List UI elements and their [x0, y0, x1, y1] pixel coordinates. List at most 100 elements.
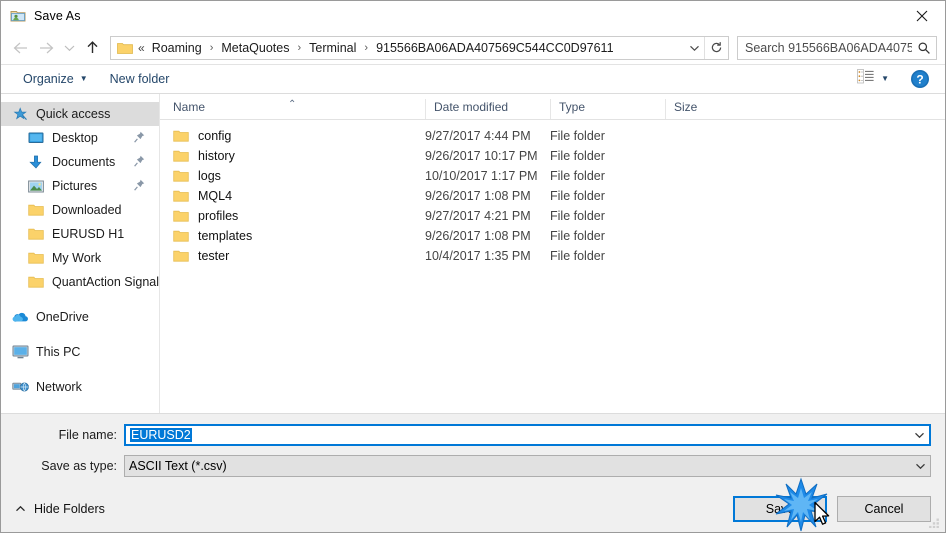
file-name-label: profiles — [198, 209, 239, 223]
view-list-icon — [857, 69, 874, 89]
table-row[interactable]: tester 10/4/2017 1:35 PM File folder — [160, 246, 945, 266]
breadcrumb-separator-icon[interactable]: › — [291, 42, 307, 54]
column-header-size[interactable]: Size — [665, 99, 745, 119]
sidebar-item-documents[interactable]: Documents — [1, 150, 159, 174]
refresh-icon[interactable] — [704, 36, 728, 59]
file-name-label: File name: — [58, 428, 117, 442]
folder-icon — [173, 209, 189, 223]
file-name-cell: profiles — [160, 209, 425, 223]
file-name-row: File name: EURUSD2 — [1, 424, 945, 446]
cancel-button[interactable]: Cancel — [837, 496, 931, 522]
chevron-down-icon[interactable] — [911, 462, 930, 470]
folder-icon — [173, 249, 189, 263]
resize-grip[interactable] — [928, 515, 941, 529]
pin-icon[interactable] — [134, 131, 145, 146]
column-header-name[interactable]: Name ⌃ — [160, 99, 425, 119]
sidebar-item-eurusd-h1[interactable]: EURUSD H1 — [1, 222, 159, 246]
sidebar-item-label: OneDrive — [36, 310, 89, 324]
sidebar-item-onedrive[interactable]: OneDrive — [1, 305, 159, 329]
pictures-icon — [27, 178, 45, 194]
folder-icon — [173, 149, 189, 163]
up-button[interactable] — [79, 35, 105, 61]
change-view-button[interactable]: ▼ — [851, 66, 895, 92]
file-date-cell: 9/27/2017 4:44 PM — [425, 129, 531, 143]
address-bar[interactable]: « Roaming › MetaQuotes › Terminal › 9155… — [110, 35, 729, 60]
breadcrumb-overflow-icon[interactable]: « — [138, 41, 150, 55]
file-name-cell: config — [160, 129, 425, 143]
column-header-label: Type — [559, 100, 586, 114]
search-icon — [912, 41, 936, 55]
file-name-value: EURUSD2 — [126, 428, 910, 442]
breadcrumb-separator-icon[interactable]: › — [358, 42, 374, 54]
sidebar-item-label: EURUSD H1 — [52, 227, 125, 241]
breadcrumb-item-guid[interactable]: 915566BA06ADA407569C544CC0D97611 — [374, 41, 615, 55]
table-row[interactable]: config 9/27/2017 4:44 PM File folder — [160, 126, 945, 146]
onedrive-cloud-icon — [11, 309, 29, 325]
column-header-date-modified[interactable]: Date modified — [425, 99, 550, 119]
documents-download-icon — [27, 154, 45, 170]
save-as-type-label: Save as type: — [41, 459, 117, 473]
navigation-pane: Quick access Desktop Documents Pictures … — [1, 94, 160, 413]
file-rows: config 9/27/2017 4:44 PM File folder his… — [160, 120, 945, 413]
new-folder-button[interactable]: New folder — [102, 69, 178, 89]
file-name-cell: logs — [160, 169, 425, 183]
table-row[interactable]: history 9/26/2017 10:17 PM File folder — [160, 146, 945, 166]
recent-locations-button[interactable] — [59, 35, 79, 61]
breadcrumb-item-terminal[interactable]: Terminal — [307, 41, 358, 55]
table-row[interactable]: MQL4 9/26/2017 1:08 PM File folder — [160, 186, 945, 206]
chevron-down-icon: ▼ — [881, 74, 889, 83]
back-button[interactable] — [7, 35, 33, 61]
file-name-label: templates — [198, 229, 253, 243]
organize-button[interactable]: Organize ▼ — [15, 69, 96, 89]
file-name-input[interactable]: EURUSD2 — [124, 424, 931, 446]
forward-button[interactable] — [33, 35, 59, 61]
sidebar-item-pictures[interactable]: Pictures — [1, 174, 159, 198]
search-input[interactable]: Search 915566BA06ADA40756... — [738, 41, 912, 55]
save-form: File name: EURUSD2 Save as type: ASCII T… — [1, 414, 945, 486]
chevron-down-icon[interactable] — [910, 431, 929, 439]
file-name-cell: templates — [160, 229, 425, 243]
breadcrumb-separator-icon[interactable]: › — [204, 42, 220, 54]
file-name-cell: history — [160, 149, 425, 163]
file-date-cell: 10/10/2017 1:17 PM — [425, 169, 538, 183]
pin-icon[interactable] — [134, 155, 145, 170]
sidebar-item-my-work[interactable]: My Work — [1, 246, 159, 270]
sidebar-item-network[interactable]: Network — [1, 375, 159, 399]
file-type-cell: File folder — [550, 229, 605, 243]
breadcrumb-item-roaming[interactable]: Roaming — [150, 41, 204, 55]
command-toolbar: Organize ▼ New folder ▼ ? — [1, 65, 945, 94]
sidebar-item-this-pc[interactable]: This PC — [1, 340, 159, 364]
sidebar-item-quantaction-signal[interactable]: QuantAction Signal — [1, 270, 159, 294]
navigation-bar: « Roaming › MetaQuotes › Terminal › 9155… — [1, 31, 945, 65]
new-folder-label: New folder — [109, 72, 170, 86]
file-name-cell: tester — [160, 249, 425, 263]
file-name-selected-text: EURUSD2 — [130, 428, 192, 442]
column-header-label: Size — [674, 100, 698, 114]
save-as-dialog: Save As « Roaming › MetaQuotes › Termina… — [0, 0, 946, 533]
pin-icon[interactable] — [134, 179, 145, 194]
sidebar-item-label: Network — [36, 380, 82, 394]
sidebar-item-downloaded[interactable]: Downloaded — [1, 198, 159, 222]
help-button[interactable]: ? — [909, 68, 931, 90]
sidebar-item-label: Quick access — [36, 107, 111, 121]
search-box[interactable]: Search 915566BA06ADA40756... — [737, 35, 937, 60]
file-name-label: tester — [198, 249, 230, 263]
hide-folders-button[interactable]: Hide Folders — [11, 498, 109, 520]
sidebar-item-label: Downloaded — [52, 203, 122, 217]
chevron-down-icon: ▼ — [79, 74, 88, 83]
chevron-down-icon[interactable] — [684, 37, 704, 59]
table-row[interactable]: templates 9/26/2017 1:08 PM File folder — [160, 226, 945, 246]
sidebar-item-quick-access[interactable]: Quick access — [1, 102, 159, 126]
save-button[interactable]: Save — [733, 496, 827, 522]
table-row[interactable]: logs 10/10/2017 1:17 PM File folder — [160, 166, 945, 186]
column-header-type[interactable]: Type — [550, 99, 665, 119]
title-bar: Save As — [1, 1, 945, 31]
network-icon — [11, 379, 29, 395]
breadcrumb-item-metaquotes[interactable]: MetaQuotes — [219, 41, 291, 55]
table-row[interactable]: profiles 9/27/2017 4:21 PM File folder — [160, 206, 945, 226]
sidebar-item-desktop[interactable]: Desktop — [1, 126, 159, 150]
save-as-type-select[interactable]: ASCII Text (*.csv) — [124, 455, 931, 477]
close-button[interactable] — [899, 1, 945, 31]
